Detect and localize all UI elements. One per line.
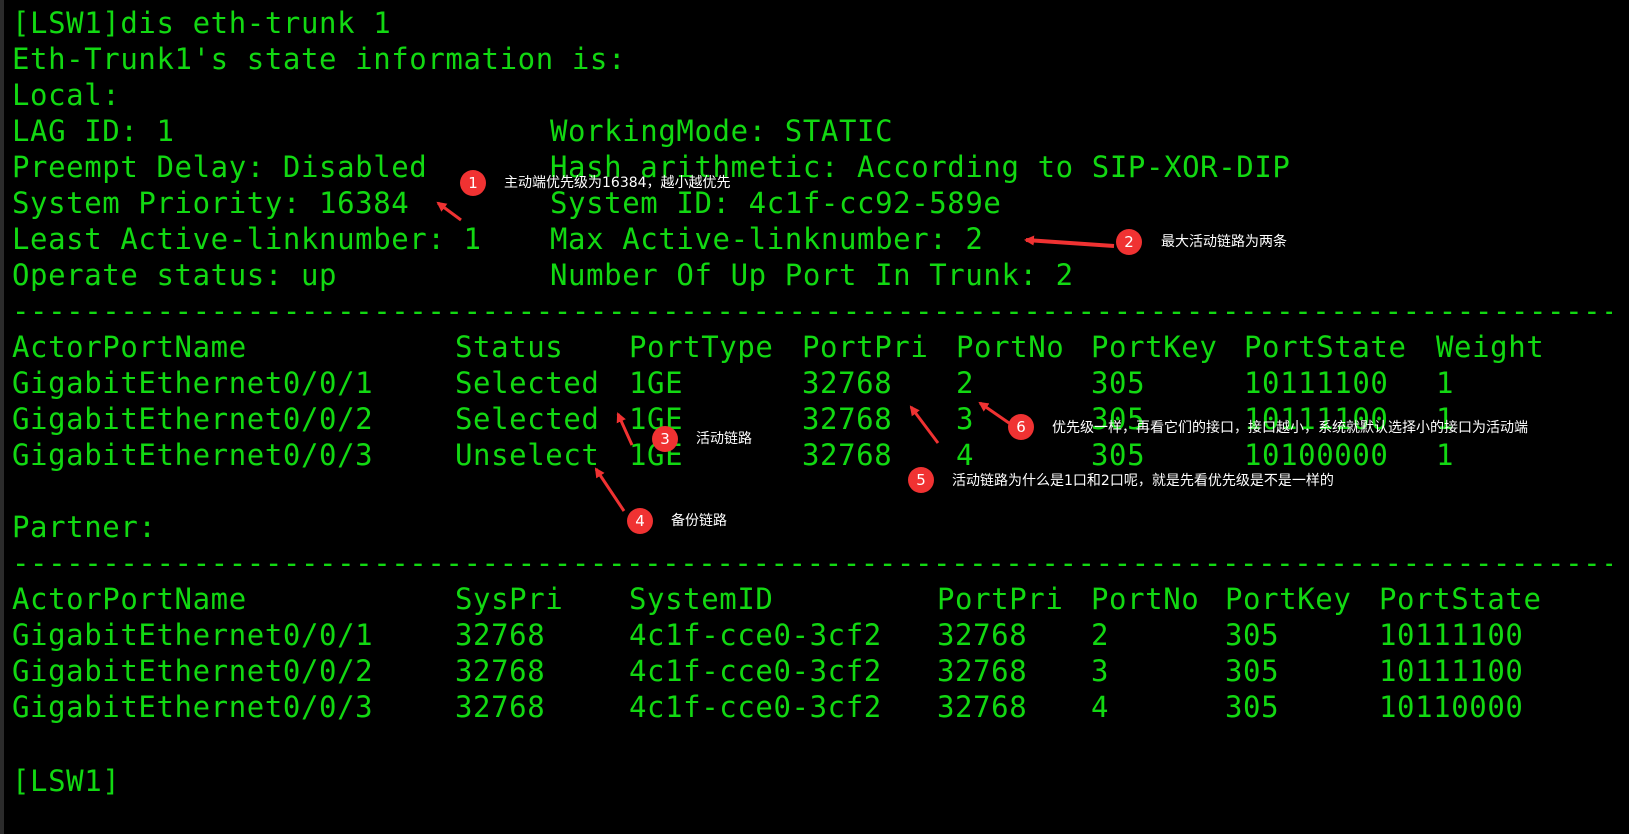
annotation-badge-2: 2 bbox=[1116, 229, 1142, 255]
annotation-note-2: 最大活动链路为两条 bbox=[1161, 234, 1287, 250]
arrow-6 bbox=[978, 401, 1010, 425]
annotation-note-3: 活动链路 bbox=[696, 431, 752, 447]
terminal-window[interactable]: [LSW1]dis eth-trunk 1 Eth-Trunk1's state… bbox=[0, 0, 1629, 834]
annotation-note-6: 优先级一样，再看它们的接口，接口越小，系统就默认选择小的接口为活动端 bbox=[1052, 420, 1528, 436]
annotation-note-5: 活动链路为什么是1口和2口呢，就是先看优先级是不是一样的 bbox=[952, 473, 1334, 489]
annotation-arrows bbox=[436, 201, 1115, 512]
annotation-note-1: 主动端优先级为16384，越小越优先 bbox=[504, 175, 731, 191]
arrow-3 bbox=[616, 412, 634, 446]
annotation-badge-4: 4 bbox=[627, 508, 653, 534]
annotation-note-4: 备份链路 bbox=[671, 513, 727, 529]
arrow-4 bbox=[594, 467, 626, 512]
annotation-badge-3: 3 bbox=[652, 426, 678, 452]
arrow-1 bbox=[436, 201, 462, 222]
arrow-5 bbox=[909, 405, 940, 444]
annotation-badge-5: 5 bbox=[908, 467, 934, 493]
arrow-2 bbox=[1024, 235, 1115, 248]
annotation-badge-6: 6 bbox=[1008, 414, 1034, 440]
annotation-badge-1: 1 bbox=[460, 170, 486, 196]
